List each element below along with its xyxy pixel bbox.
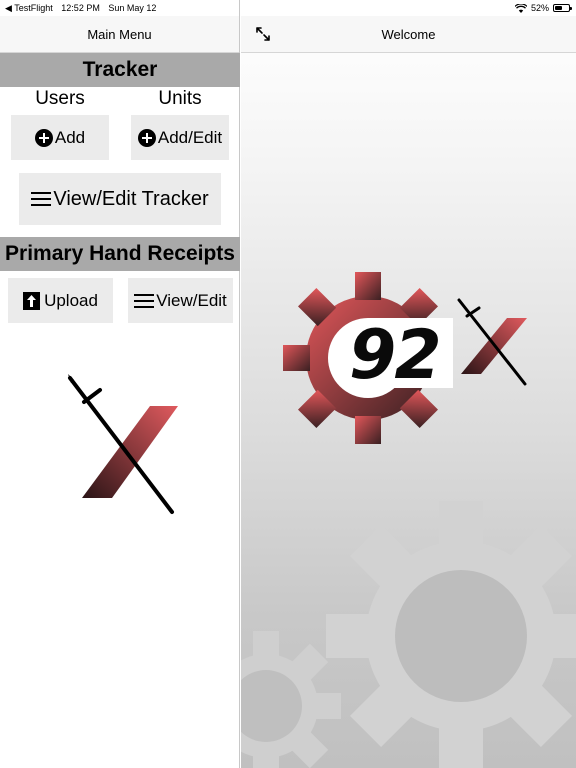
back-to-app-link[interactable]: ◀ TestFlight	[5, 3, 53, 13]
add-edit-unit-button[interactable]: Add/Edit	[131, 115, 229, 160]
view-edit-receipts-label: View/Edit	[156, 290, 227, 310]
menu-icon	[134, 293, 155, 308]
add-user-button[interactable]: Add	[11, 115, 109, 160]
sword-icon	[68, 374, 178, 514]
tracker-section-header: Tracker	[0, 53, 240, 87]
add-edit-unit-label: Add/Edit	[157, 127, 223, 147]
master-nav-title: Main Menu	[87, 26, 152, 42]
detail-pane: Welcome 92	[241, 16, 576, 768]
gear-icon	[241, 631, 341, 768]
view-edit-receipts-button[interactable]: View/Edit	[128, 278, 233, 323]
menu-icon	[31, 192, 52, 206]
detail-nav-title: Welcome	[381, 26, 436, 42]
hand-receipts-section-header: Primary Hand Receipts	[0, 237, 240, 271]
add-user-label: Add	[54, 127, 86, 147]
battery-icon	[553, 4, 572, 12]
view-edit-tracker-label: View/Edit Tracker	[53, 187, 209, 210]
logo-text: 92	[349, 316, 442, 395]
status-date: Sun May 12	[108, 3, 157, 13]
plus-circle-icon	[34, 128, 53, 147]
wifi-icon	[514, 3, 527, 13]
view-edit-tracker-button[interactable]: View/Edit Tracker	[19, 173, 221, 225]
detail-nav-bar: Welcome	[241, 16, 576, 53]
master-nav-bar: Main Menu	[0, 16, 239, 53]
status-time: 12:52 PM	[61, 3, 100, 13]
upload-label: Upload	[44, 290, 98, 310]
tracker-heading: Tracker	[82, 58, 158, 81]
plus-circle-icon	[137, 128, 156, 147]
units-label: Units	[158, 88, 202, 109]
users-label: Users	[35, 88, 85, 109]
battery-percent: 52%	[530, 3, 549, 13]
status-bar: ◀ TestFlight 12:52 PM Sun May 12 52%	[0, 0, 576, 16]
app-logo: 92	[283, 268, 533, 448]
sword-icon	[457, 298, 527, 386]
upload-button[interactable]: Upload	[8, 278, 113, 323]
gear-icon	[326, 501, 576, 768]
master-pane: Main Menu Tracker Users Units Add Add/Ed…	[0, 0, 240, 768]
upload-icon	[23, 291, 41, 310]
expand-icon[interactable]	[255, 26, 271, 42]
hand-receipts-heading: Primary Hand Receipts	[5, 242, 235, 265]
